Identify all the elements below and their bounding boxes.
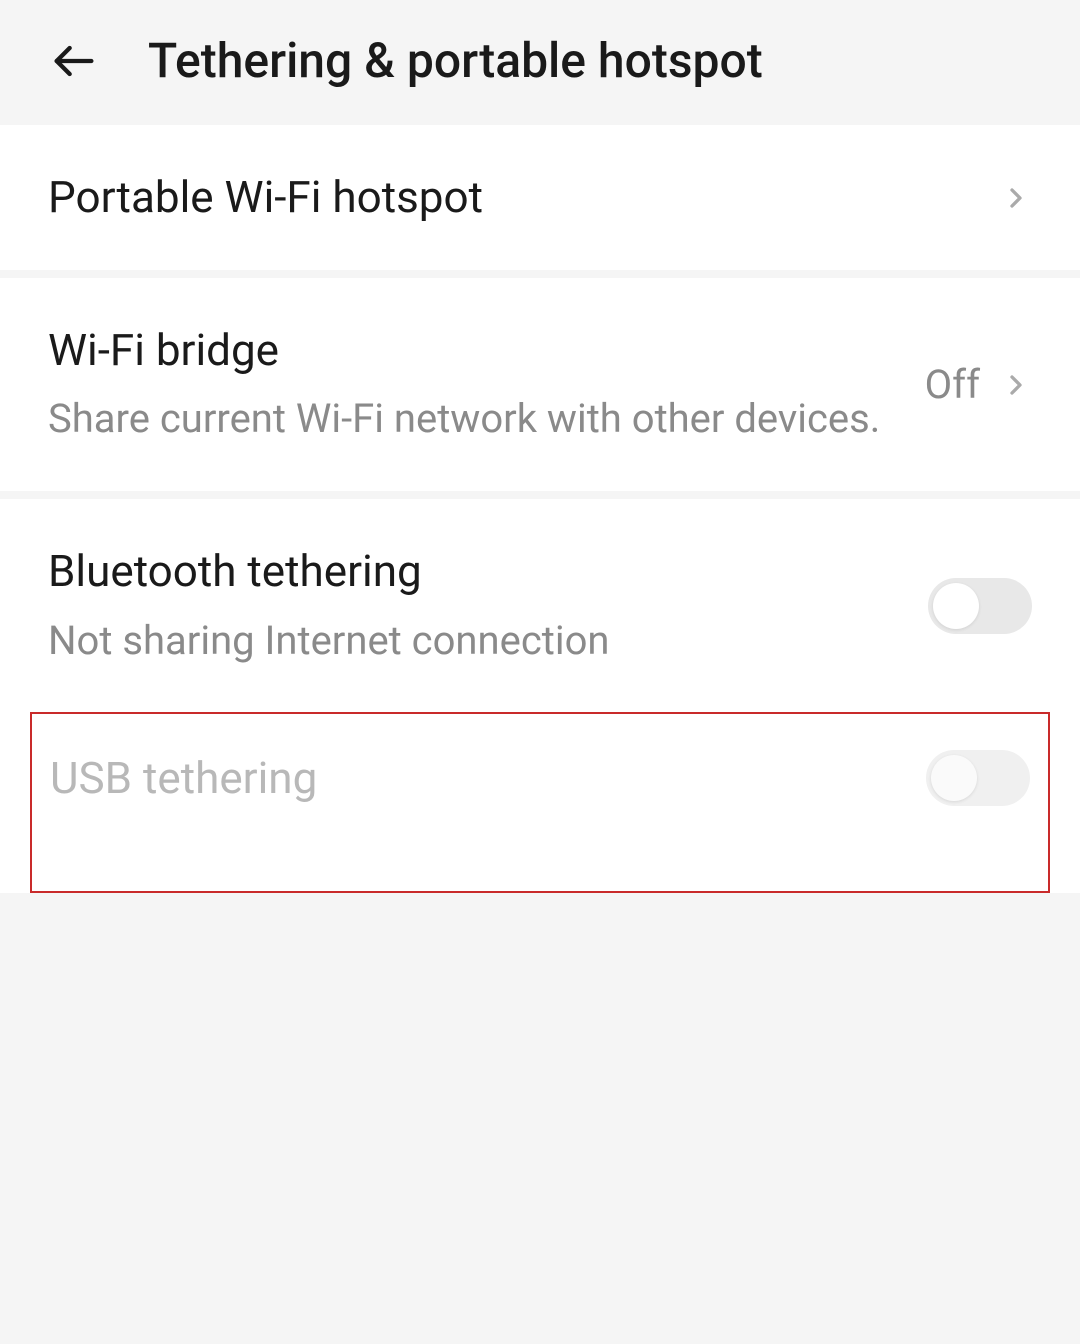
section-tethering: Bluetooth tethering Not sharing Internet… xyxy=(0,499,1080,892)
row-title: Bluetooth tethering xyxy=(48,543,928,600)
row-title: Wi-Fi bridge xyxy=(48,322,925,379)
row-content: Wi-Fi bridge Share current Wi-Fi network… xyxy=(48,322,925,447)
toggle-thumb xyxy=(931,755,977,801)
row-right xyxy=(926,750,1030,806)
highlighted-region: USB tethering xyxy=(30,712,1050,893)
row-bluetooth-tethering[interactable]: Bluetooth tethering Not sharing Internet… xyxy=(0,499,1080,712)
row-right: Off xyxy=(925,361,1032,408)
row-title: Portable Wi-Fi hotspot xyxy=(48,169,1000,226)
row-subtitle: Share current Wi-Fi network with other d… xyxy=(48,391,925,447)
row-right xyxy=(1000,182,1032,214)
chevron-right-icon xyxy=(1000,182,1032,214)
back-button[interactable] xyxy=(48,35,100,87)
row-right xyxy=(928,578,1032,634)
status-text: Off xyxy=(925,361,980,408)
row-usb-tethering[interactable]: USB tethering xyxy=(32,714,1048,851)
usb-tethering-toggle[interactable] xyxy=(926,750,1030,806)
bluetooth-tethering-toggle[interactable] xyxy=(928,578,1032,634)
row-content: Portable Wi-Fi hotspot xyxy=(48,169,1000,226)
header: Tethering & portable hotspot xyxy=(0,0,1080,121)
row-content: USB tethering xyxy=(50,750,926,807)
row-title: USB tethering xyxy=(50,750,926,807)
row-wifi-bridge[interactable]: Wi-Fi bridge Share current Wi-Fi network… xyxy=(0,278,1080,491)
toggle-thumb xyxy=(933,583,979,629)
section-wifi-bridge: Wi-Fi bridge Share current Wi-Fi network… xyxy=(0,278,1080,491)
back-arrow-icon xyxy=(48,35,100,87)
row-content: Bluetooth tethering Not sharing Internet… xyxy=(48,543,928,668)
row-subtitle: Not sharing Internet connection xyxy=(48,613,928,669)
chevron-right-icon xyxy=(1000,369,1032,401)
section-wifi-hotspot: Portable Wi-Fi hotspot xyxy=(0,125,1080,270)
page-title: Tethering & portable hotspot xyxy=(148,32,763,89)
row-portable-wifi-hotspot[interactable]: Portable Wi-Fi hotspot xyxy=(0,125,1080,270)
